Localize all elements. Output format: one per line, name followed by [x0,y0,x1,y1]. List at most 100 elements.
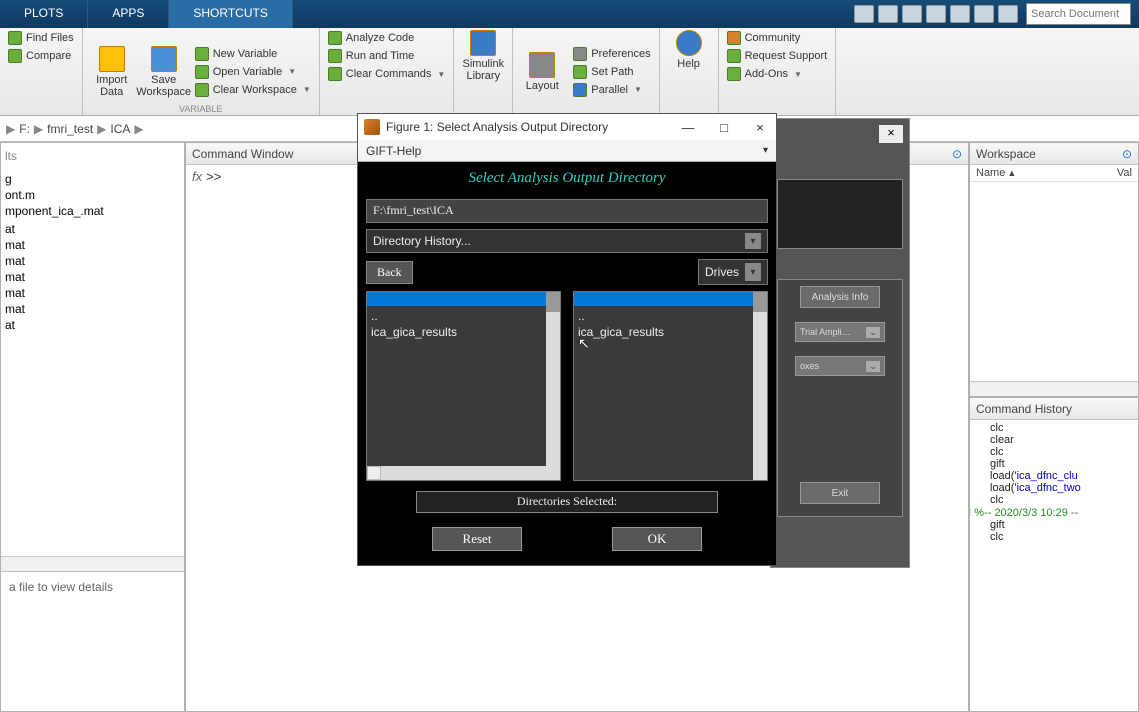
set-path-button[interactable]: Set Path [569,64,654,80]
close-icon[interactable]: × [879,125,903,143]
gift-panel-top [777,179,903,249]
preferences-button[interactable]: Preferences [569,46,654,62]
history-item[interactable]: clear [972,434,1136,446]
simulink-button[interactable]: Simulink Library [458,30,508,82]
addons-button[interactable]: Add-Ons▼ [723,66,832,82]
file-list[interactable]: lts g ont.m mponent_ica_.mat at mat mat … [1,143,184,556]
right-listbox[interactable]: .. ica_gica_results [573,291,768,481]
list-item[interactable]: mat [3,301,182,317]
open-var-icon [195,65,209,79]
dialog-heading: Select Analysis Output Directory [366,168,768,193]
list-item[interactable]: at [3,317,182,333]
history-item[interactable]: clc [972,446,1136,458]
parallel-button[interactable]: Parallel▼ [569,82,654,98]
list-item[interactable]: at [3,221,182,237]
matlab-icon [364,119,380,135]
collapse-icon[interactable]: ⊙ [952,147,962,161]
list-item[interactable]: g [3,171,182,187]
dialog-titlebar[interactable]: Figure 1: Select Analysis Output Directo… [358,114,776,140]
list-item[interactable]: .. [578,308,763,324]
new-variable-button[interactable]: New Variable [191,46,315,62]
vertical-scrollbar[interactable] [753,292,767,480]
menu-arrow-icon[interactable]: ▾ [763,145,768,156]
history-item[interactable]: clc [972,494,1136,506]
ws-hscroll[interactable] [970,381,1138,396]
vertical-scrollbar[interactable] [546,292,560,480]
reset-button[interactable]: Reset [432,527,522,551]
history-item[interactable]: gift [972,458,1136,470]
run-time-button[interactable]: Run and Time [324,48,450,64]
qa-icon-5[interactable] [950,5,970,23]
history-item[interactable]: clc [972,531,1136,543]
help-button[interactable]: Help [664,30,714,70]
workspace-panel: Workspace ⊙ Name▲ Val [969,142,1139,397]
list-item[interactable]: ont.m [3,187,182,203]
tab-shortcuts[interactable]: SHORTCUTS [169,0,292,28]
dialog-menu[interactable]: GIFT-Help ▾ [358,140,776,162]
list-item[interactable]: mat [3,269,182,285]
save-workspace-button[interactable]: Save Workspace [139,30,189,113]
list-item[interactable]: mat [3,237,182,253]
select-directory-dialog: Figure 1: Select Analysis Output Directo… [357,113,777,566]
tab-apps[interactable]: APPS [88,0,169,28]
import-data-button[interactable]: Import Data [87,30,137,113]
history-item[interactable]: clc [972,422,1136,434]
list-item[interactable]: ica_gica_results [371,324,556,340]
breadcrumb-drive[interactable]: F: [19,122,30,136]
top-tab-bar: PLOTS APPS SHORTCUTS [0,0,1139,28]
directory-history-dropdown[interactable]: Directory History... ▾ [366,229,768,253]
compare-button[interactable]: Compare [4,48,78,64]
help-icon[interactable] [998,5,1018,23]
layout-icon [529,52,555,78]
file-hscroll[interactable] [1,556,184,571]
open-variable-button[interactable]: Open Variable▼ [191,64,315,80]
history-item[interactable]: load(load('ica_dfnc_clu'ica_dfnc_clu [972,470,1136,482]
trial-ampl-dropdown[interactable]: Trial Ampli…⌄ [795,322,885,342]
close-icon[interactable]: × [750,120,770,135]
clear-commands-button[interactable]: Clear Commands▼ [324,66,450,82]
maximize-icon[interactable]: □ [714,120,734,135]
command-history-header: Command History [970,398,1138,420]
toolstrip: Find Files Compare Import Data Save Work… [0,28,1139,116]
command-history-list[interactable]: clc clear clc gift load(load('ica_dfnc_c… [970,420,1138,711]
dialog-body: Select Analysis Output Directory F:\fmri… [358,162,776,565]
list-item[interactable]: mponent_ica_.mat [3,203,182,219]
qa-icon-6[interactable] [974,5,994,23]
workspace-body[interactable] [970,182,1138,381]
addons-icon [727,67,741,81]
history-date[interactable]: %-- 2020/3/3 10:29 -- [972,506,1136,519]
collapse-icon[interactable]: ⊙ [1122,147,1132,161]
qa-icon-4[interactable] [926,5,946,23]
clear-cmd-icon [328,67,342,81]
exit-button[interactable]: Exit [800,482,880,504]
analyze-code-button[interactable]: Analyze Code [324,30,450,46]
qa-icon-3[interactable] [902,5,922,23]
request-support-button[interactable]: Request Support [723,48,832,64]
boxes-dropdown[interactable]: oxes⌄ [795,356,885,376]
left-listbox[interactable]: .. ica_gica_results ◂▸ [366,291,561,481]
back-button[interactable]: Back [366,261,413,284]
clear-workspace-button[interactable]: Clear Workspace▼ [191,82,315,98]
community-button[interactable]: Community [723,30,832,46]
qa-icon-2[interactable] [878,5,898,23]
tab-plots[interactable]: PLOTS [0,0,88,28]
find-files-button[interactable]: Find Files [4,30,78,46]
horizontal-scrollbar[interactable]: ◂▸ [367,466,560,480]
layout-button[interactable]: Layout [517,30,567,113]
history-item[interactable]: load('ica_dfnc_two [972,482,1136,494]
qa-icon-1[interactable] [854,5,874,23]
breadcrumb-seg2[interactable]: ICA [110,122,130,136]
analysis-info-button[interactable]: Analysis Info [800,286,880,308]
path-input[interactable]: F:\fmri_test\ICA [366,199,768,223]
list-item[interactable]: mat [3,285,182,301]
search-input[interactable] [1026,3,1131,25]
breadcrumb-seg1[interactable]: fmri_test [47,122,93,136]
list-item[interactable]: mat [3,253,182,269]
drives-dropdown[interactable]: Drives ▾ [698,259,768,285]
workspace-columns[interactable]: Name▲ Val [970,165,1138,182]
ok-button[interactable]: OK [612,527,702,551]
history-item[interactable]: gift [972,519,1136,531]
list-item[interactable]: .. [371,308,556,324]
list-item[interactable]: ica_gica_results [578,324,763,340]
minimize-icon[interactable]: — [678,120,698,135]
